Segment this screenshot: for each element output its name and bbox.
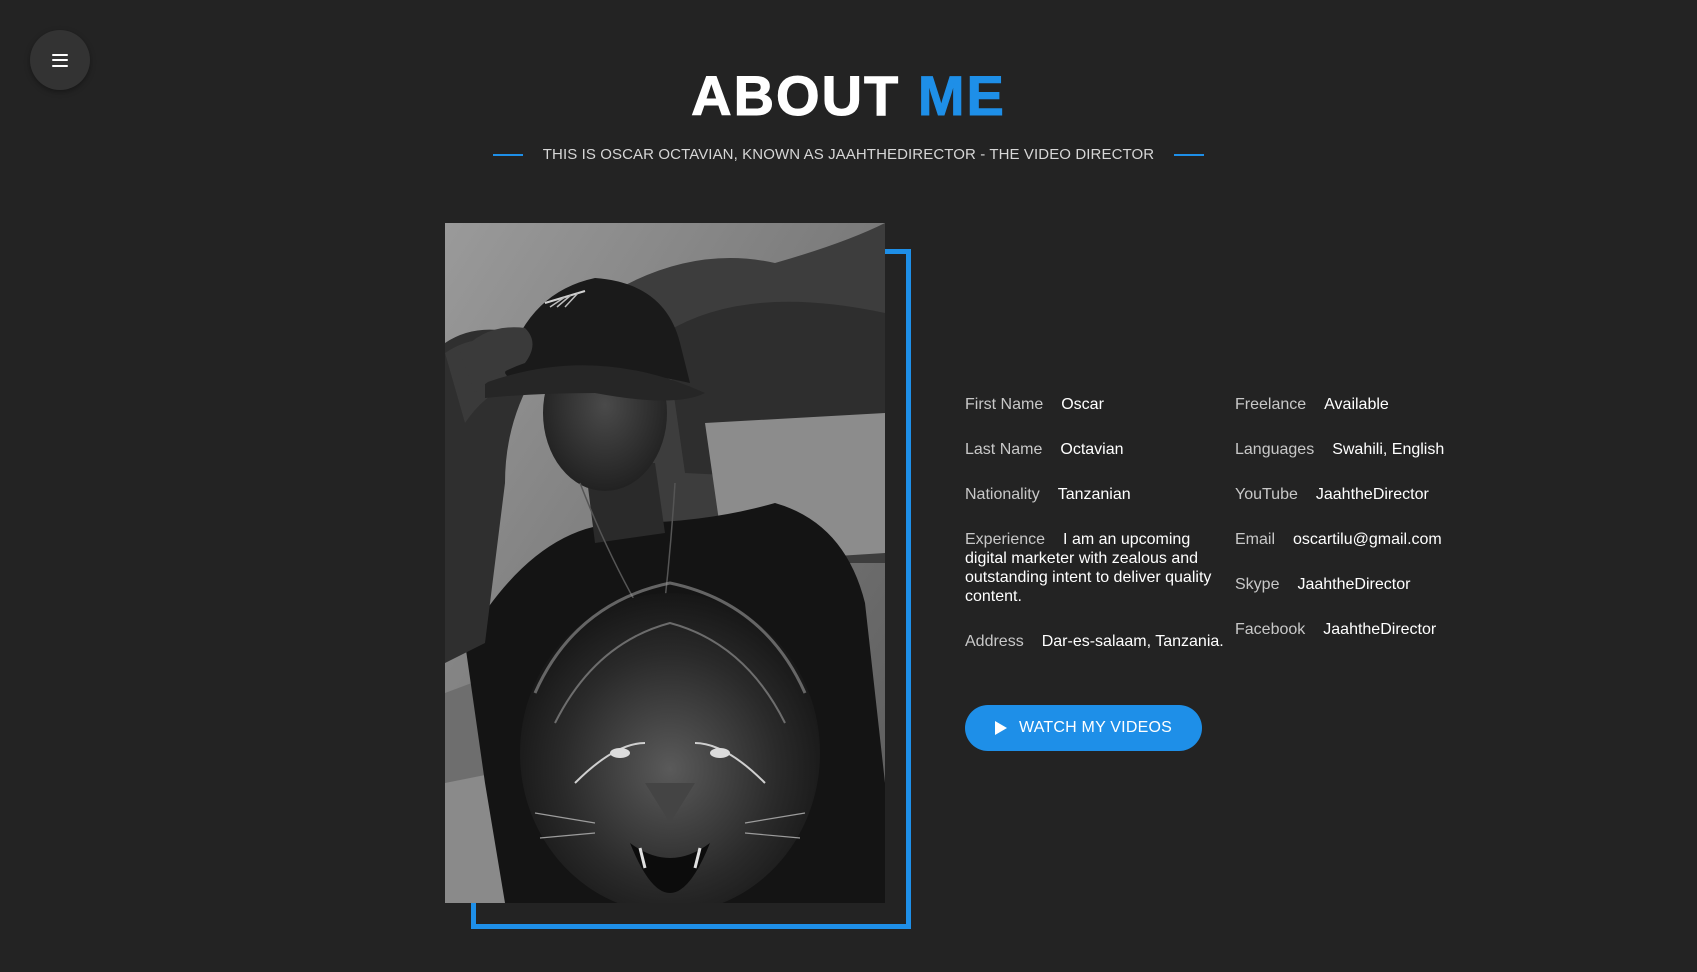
info-row-last-name: Last Name Octavian [965,440,1235,459]
info-label: Experience [965,531,1046,548]
subtitle-row: THIS IS OSCAR OCTAVIAN, KNOWN AS JAAHTHE… [0,146,1697,163]
info-label: Last Name [965,441,1043,458]
info-label: YouTube [1235,486,1298,503]
portrait-photo [445,223,885,903]
info-label: Nationality [965,486,1040,503]
info-row-languages: Languages Swahili, English [1235,440,1485,459]
info-column-left: First Name Oscar Last Name Octavian Nation… [965,395,1235,677]
subtitle-dash-right [1174,153,1205,156]
subtitle-dash-left [492,153,523,156]
title-part-me: ME [917,64,1006,128]
info-row-nationality: Nationality Tanzanian [965,485,1235,504]
subtitle-text: THIS IS OSCAR OCTAVIAN, KNOWN AS JAAHTHE… [542,146,1155,163]
title-part-about: ABOUT [691,64,901,128]
info-label: Facebook [1235,621,1306,638]
watch-videos-button[interactable]: WATCH MY VIDEOS [965,705,1202,751]
info-label: Languages [1235,441,1315,458]
info-row-experience: Experience I am an upcoming digital marke… [965,530,1235,606]
info-value: JaahtheDirector [1323,621,1437,638]
info-value: oscartilu@gmail.com [1293,531,1442,548]
info-label: First Name [965,396,1044,413]
info-value: Available [1324,396,1389,413]
info-row-first-name: First Name Oscar [965,395,1235,414]
info-label: Email [1235,531,1276,548]
info-value: Swahili, English [1332,441,1445,458]
info-row-email: Email oscartilu@gmail.com [1235,530,1485,549]
info-value: JaahtheDirector [1315,486,1429,503]
profile-info: First Name Oscar Last Name Octavian Nation… [965,395,1485,677]
info-value: Oscar [1061,396,1104,413]
watch-videos-label: WATCH MY VIDEOS [1019,719,1172,736]
info-row-youtube: YouTube JaahtheDirector [1235,485,1485,504]
info-column-right: Freelance Available Languages Swahili, Eng… [1235,395,1485,677]
info-value: Tanzanian [1057,486,1131,503]
info-row-skype: Skype JaahtheDirector [1235,575,1485,594]
info-row-address: Address Dar-es-salaam, Tanzania. [965,632,1235,651]
info-row-freelance: Freelance Available [1235,395,1485,414]
info-value: Dar-es-salaam, Tanzania. [1041,633,1224,650]
play-icon [995,721,1008,735]
info-label: Skype [1235,576,1280,593]
info-label: Freelance [1235,396,1307,413]
info-label: Address [965,633,1024,650]
info-row-facebook: Facebook JaahtheDirector [1235,620,1485,639]
page-title: ABOUT ME [0,62,1697,130]
info-value: Octavian [1060,441,1124,458]
about-page: ABOUT ME THIS IS OSCAR OCTAVIAN, KNOWN A… [0,0,1697,972]
info-value: JaahtheDirector [1297,576,1411,593]
